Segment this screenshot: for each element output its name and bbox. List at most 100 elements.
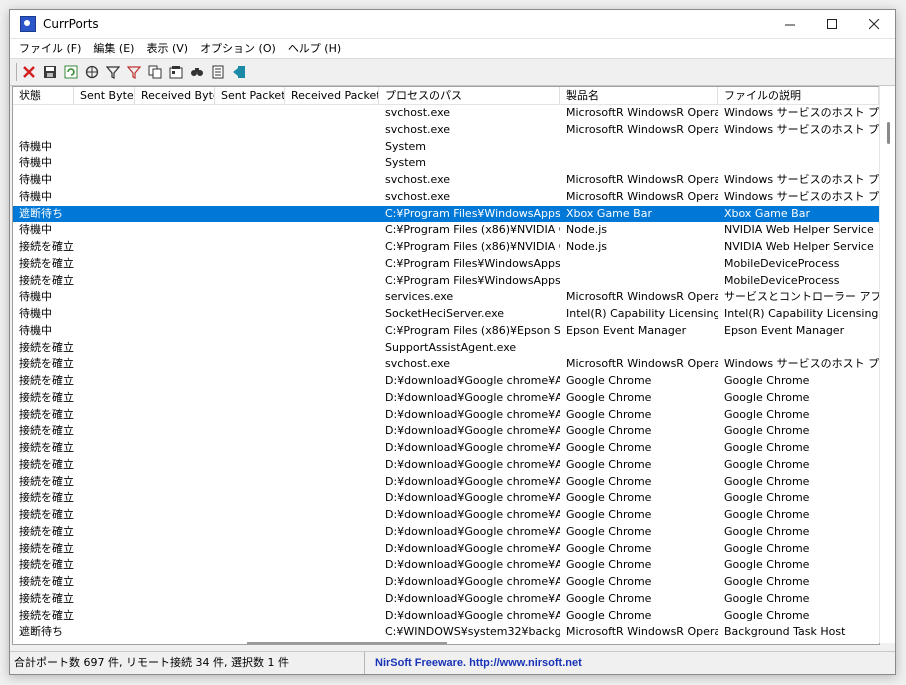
- table-row[interactable]: 接続を確立 C:¥Program Files¥WindowsApps¥A... Mo…: [13, 273, 879, 290]
- refresh-icon[interactable]: [62, 63, 80, 81]
- horizontal-scrollbar[interactable]: [12, 639, 878, 647]
- maximize-button[interactable]: [811, 10, 853, 38]
- menu-item[interactable]: 表示 (V): [140, 39, 194, 58]
- filter-icon[interactable]: [104, 63, 122, 81]
- table-cell: [74, 323, 135, 340]
- table-cell: [285, 373, 379, 390]
- ports-list[interactable]: 状態Sent BytesReceived BytesSent PacketsRe…: [12, 86, 880, 645]
- menu-item[interactable]: オプション (O): [194, 39, 282, 58]
- table-row[interactable]: 接続を確立 D:¥download¥Google chrome¥App... Goo…: [13, 507, 879, 524]
- table-cell: [285, 222, 379, 239]
- column-header[interactable]: Sent Bytes: [74, 87, 135, 104]
- table-row[interactable]: 接続を確立 D:¥download¥Google chrome¥App... Goo…: [13, 457, 879, 474]
- table-row[interactable]: 接続を確立 D:¥download¥Google chrome¥App... Goo…: [13, 407, 879, 424]
- table-cell: [74, 306, 135, 323]
- table-cell: [215, 608, 285, 625]
- table-row[interactable]: 待機中 SocketHeciServer.exe Intel(R) Capabili…: [13, 306, 879, 323]
- table-cell: D:¥download¥Google chrome¥App...: [385, 474, 560, 488]
- html-report-icon[interactable]: [167, 63, 185, 81]
- filter-advanced-icon[interactable]: [125, 63, 143, 81]
- table-row[interactable]: 接続を確立 D:¥download¥Google chrome¥App... Goo…: [13, 541, 879, 558]
- table-row[interactable]: 接続を確立 D:¥download¥Google chrome¥App... Goo…: [13, 524, 879, 541]
- table-cell: Node.js: [566, 223, 607, 237]
- table-cell: [285, 440, 379, 457]
- table-cell: [135, 273, 215, 290]
- table-row-selected[interactable]: 遮断待ち C:¥Program Files¥WindowsApps¥... Xbox…: [13, 205, 879, 223]
- table-row[interactable]: 接続を確立 D:¥download¥Google chrome¥App... Goo…: [13, 440, 879, 457]
- close-connection-icon[interactable]: [20, 63, 38, 81]
- table-row[interactable]: 待機中 svchost.exe MicrosoftR WindowsR Operat…: [13, 189, 879, 206]
- title-bar[interactable]: CurrPorts: [10, 10, 895, 39]
- nirsoft-link[interactable]: NirSoft Freeware. http://www.nirsoft.net: [365, 657, 582, 669]
- vertical-scroll-thumb[interactable]: [887, 122, 890, 144]
- close-button[interactable]: [853, 10, 895, 38]
- column-header[interactable]: Received Packets: [285, 87, 379, 104]
- menu-item[interactable]: ヘルプ (H): [282, 39, 347, 58]
- column-header[interactable]: 状態: [13, 87, 74, 104]
- table-cell: MicrosoftR WindowsR Operati...: [566, 290, 718, 304]
- table-row[interactable]: 待機中 svchost.exe MicrosoftR WindowsR Operat…: [13, 172, 879, 189]
- table-row[interactable]: 接続を確立 D:¥download¥Google chrome¥App... Goo…: [13, 490, 879, 507]
- table-row[interactable]: 待機中 services.exe MicrosoftR WindowsR Opera…: [13, 289, 879, 306]
- table-cell: D:¥download¥Google chrome¥App...: [385, 541, 560, 555]
- exit-icon[interactable]: [230, 63, 248, 81]
- table-cell: [215, 541, 285, 558]
- table-cell: [718, 139, 879, 156]
- table-cell: [135, 423, 215, 440]
- copy-icon[interactable]: [146, 63, 164, 81]
- table-row[interactable]: 接続を確立 D:¥download¥Google chrome¥App... Goo…: [13, 557, 879, 574]
- column-header[interactable]: プロセスのパス: [379, 87, 560, 104]
- table-cell: 接続を確立: [19, 524, 74, 538]
- table-cell: [135, 574, 215, 591]
- table-cell: 接続を確立: [19, 357, 74, 371]
- table-row[interactable]: 接続を確立 C:¥Program Files¥WindowsApps¥A... Mo…: [13, 256, 879, 273]
- table-row[interactable]: 待機中 System: [13, 139, 879, 156]
- table-cell: Google Chrome: [566, 508, 652, 521]
- table-cell: Google Chrome: [566, 541, 652, 555]
- report-icon[interactable]: [209, 63, 227, 81]
- table-cell: [74, 189, 135, 206]
- properties-icon[interactable]: [83, 63, 101, 81]
- table-row[interactable]: svchost.exe MicrosoftR WindowsR Operati..…: [13, 105, 879, 122]
- horizontal-scroll-thumb[interactable]: [247, 642, 447, 644]
- table-row[interactable]: 接続を確立 SupportAssistAgent.exe: [13, 340, 879, 357]
- menu-item[interactable]: 編集 (E): [87, 39, 140, 58]
- table-cell: D:¥download¥Google chrome¥App...: [385, 457, 560, 471]
- table-row[interactable]: svchost.exe MicrosoftR WindowsR Operati..…: [13, 122, 879, 139]
- toolbar: [10, 59, 895, 86]
- table-cell: [135, 105, 215, 122]
- menu-item[interactable]: ファイル (F): [13, 39, 87, 58]
- table-cell: [215, 139, 285, 156]
- column-header[interactable]: ファイルの説明: [718, 87, 879, 104]
- minimize-button[interactable]: [769, 10, 811, 38]
- table-row[interactable]: 接続を確立 D:¥download¥Google chrome¥App... Goo…: [13, 373, 879, 390]
- column-header[interactable]: 製品名: [560, 87, 718, 104]
- table-cell: C:¥Program Files (x86)¥NVIDIA Cor...: [385, 223, 560, 237]
- table-cell: 接続を確立: [19, 591, 74, 605]
- table-row[interactable]: 接続を確立 C:¥Program Files (x86)¥NVIDIA Cor..…: [13, 239, 879, 256]
- table-cell: [74, 289, 135, 306]
- table-row[interactable]: 接続を確立 D:¥download¥Google chrome¥App... Goo…: [13, 423, 879, 440]
- table-cell: [215, 440, 285, 457]
- save-icon[interactable]: [41, 63, 59, 81]
- table-row[interactable]: 待機中 C:¥Program Files (x86)¥Epson Soft... E…: [13, 323, 879, 340]
- table-row[interactable]: 接続を確立 D:¥download¥Google chrome¥App... Goo…: [13, 608, 879, 625]
- table-row[interactable]: 接続を確立 D:¥download¥Google chrome¥App... Goo…: [13, 591, 879, 608]
- column-header[interactable]: Received Bytes: [135, 87, 215, 104]
- table-cell: [285, 608, 379, 625]
- table-cell: [215, 155, 285, 172]
- table-cell: サービスとコントローラー アプリケーシ...: [724, 290, 879, 304]
- table-row[interactable]: 接続を確立 svchost.exe MicrosoftR WindowsR Oper…: [13, 356, 879, 373]
- table-cell: [285, 239, 379, 256]
- table-cell: [285, 206, 379, 223]
- vertical-scrollbar[interactable]: [879, 86, 895, 643]
- table-cell: [135, 390, 215, 407]
- table-row[interactable]: 接続を確立 D:¥download¥Google chrome¥App... Goo…: [13, 574, 879, 591]
- table-row[interactable]: 待機中 System: [13, 155, 879, 172]
- find-icon[interactable]: [188, 63, 206, 81]
- list-body: svchost.exe MicrosoftR WindowsR Operati..…: [13, 105, 879, 641]
- column-header[interactable]: Sent Packets: [215, 87, 285, 104]
- table-row[interactable]: 待機中 C:¥Program Files (x86)¥NVIDIA Cor... N…: [13, 222, 879, 239]
- table-row[interactable]: 接続を確立 D:¥download¥Google chrome¥App... Goo…: [13, 474, 879, 491]
- table-row[interactable]: 接続を確立 D:¥download¥Google chrome¥App... Goo…: [13, 390, 879, 407]
